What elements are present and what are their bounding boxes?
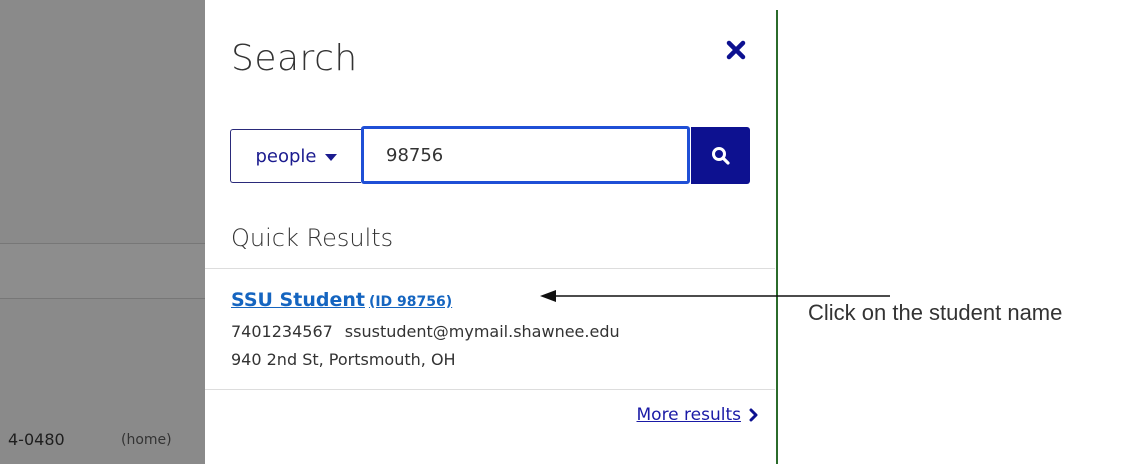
search-scope-label: people: [255, 145, 317, 167]
more-results-label[interactable]: More results: [637, 405, 742, 425]
result-address: 940 2nd St, Portsmouth, OH: [231, 350, 456, 369]
result-email: ssustudent@mymail.shawnee.edu: [344, 322, 620, 341]
caret-down-icon: [324, 153, 337, 161]
results-divider-top: [205, 268, 775, 269]
search-icon: [711, 146, 730, 165]
search-scope-dropdown[interactable]: people: [230, 129, 361, 183]
background-phone-type: (home): [121, 432, 172, 448]
result-phone: 7401234567: [231, 322, 333, 341]
results-divider-bottom: [205, 389, 775, 390]
search-panel: Search people Quick Results SSU Student(…: [205, 0, 775, 464]
quick-results-heading: Quick Results: [231, 224, 394, 252]
panel-title: Search: [231, 38, 358, 79]
background-band: [0, 243, 205, 299]
result-name[interactable]: SSU Student: [231, 289, 365, 311]
result-id[interactable]: (ID 98756): [369, 294, 452, 310]
panel-border-line: [776, 10, 778, 464]
search-button[interactable]: [691, 127, 750, 184]
annotation-callout: Click on the student name: [808, 300, 1063, 325]
chevron-right-icon: [749, 408, 759, 422]
background-app-overlay: 4-0480 (home): [0, 0, 205, 464]
close-button[interactable]: [722, 36, 750, 64]
search-input[interactable]: [361, 126, 690, 184]
result-student-name-link[interactable]: SSU Student (ID 98756): [231, 289, 452, 311]
more-results-link[interactable]: More results: [637, 405, 760, 425]
close-icon: [726, 40, 746, 60]
background-phone: 4-0480: [8, 430, 65, 449]
result-contact: 7401234567 ssustudent@mymail.shawnee.edu: [231, 322, 620, 341]
